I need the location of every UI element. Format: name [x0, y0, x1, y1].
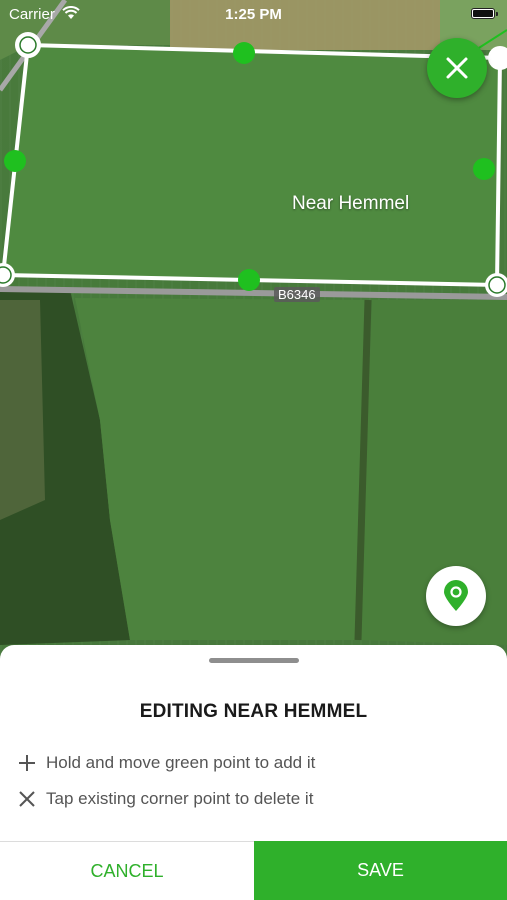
location-pin-icon [444, 580, 468, 611]
sheet-title: EDITING NEAR HEMMEL [139, 701, 368, 722]
locate-button[interactable] [426, 566, 486, 626]
plus-icon [19, 755, 35, 771]
battery-icon [471, 8, 498, 19]
midpoint-right[interactable] [473, 158, 495, 180]
status-time: 1:25 PM [225, 6, 282, 23]
sheet-grabber[interactable] [209, 658, 299, 663]
battery-level [473, 10, 493, 17]
hint-add-text: Hold and move green point to add it [46, 753, 316, 772]
x-icon [19, 791, 35, 807]
midpoint-left[interactable] [4, 150, 26, 172]
hint-add-point: Hold and move green point to add it [18, 753, 315, 773]
corner-point-top-right[interactable] [488, 46, 507, 70]
edit-bottom-sheet: EDITING NEAR HEMMEL Hold and move green … [0, 645, 507, 900]
close-button[interactable] [427, 38, 487, 98]
cancel-button[interactable]: CANCEL [0, 841, 254, 900]
field-name-label: Near Hemmel [292, 193, 410, 214]
close-icon [446, 57, 468, 79]
road-label: B6346 [274, 287, 320, 302]
midpoint-top[interactable] [233, 42, 255, 64]
status-bar: Carrier 1:25 PM [0, 0, 507, 28]
midpoint-bottom[interactable] [238, 269, 260, 291]
action-buttons: CANCEL SAVE [0, 841, 507, 900]
hint-delete-text: Tap existing corner point to delete it [46, 789, 314, 808]
hint-delete-point: Tap existing corner point to delete it [18, 789, 313, 809]
save-button[interactable]: SAVE [254, 841, 507, 900]
